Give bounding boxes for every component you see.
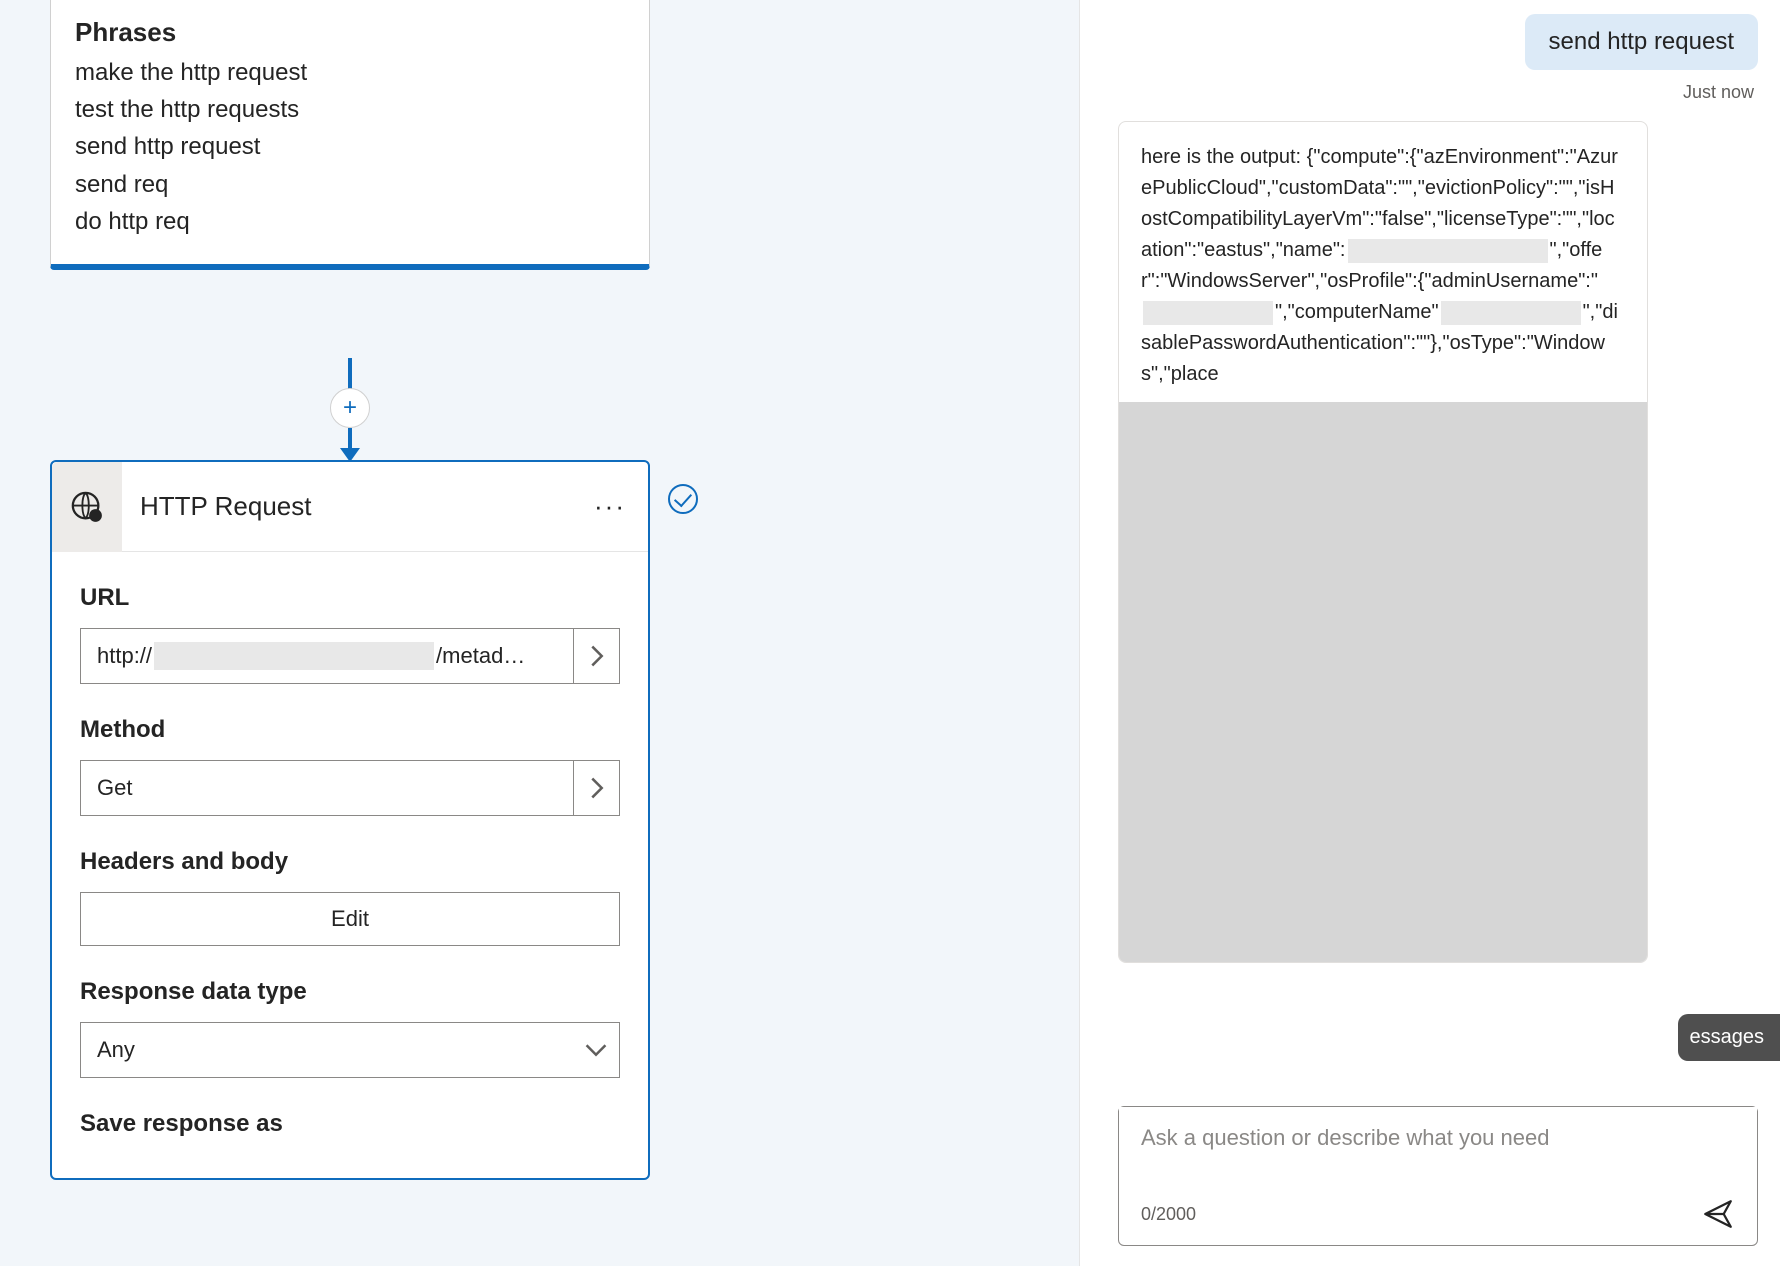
card-more-button[interactable]: ···	[572, 491, 648, 522]
trigger-phrase: do http req	[75, 203, 625, 240]
url-input[interactable]: http:// /metad…	[80, 628, 620, 684]
bot-message: here is the output: {"compute":{"azEnvir…	[1118, 121, 1648, 963]
message-timestamp: Just now	[1118, 82, 1754, 103]
method-expand-button[interactable]	[573, 761, 619, 815]
add-step-button[interactable]: +	[330, 388, 370, 428]
validation-check-icon	[668, 484, 698, 514]
chevron-down-icon	[573, 1023, 619, 1077]
save-response-label: Save response as	[80, 1110, 620, 1138]
response-type-select[interactable]: Any	[80, 1022, 620, 1078]
http-globe-icon	[52, 462, 122, 552]
connector-line	[348, 428, 352, 450]
trigger-phrase: send http request	[75, 128, 625, 165]
send-icon	[1701, 1197, 1735, 1231]
url-expand-button[interactable]	[573, 629, 619, 683]
bot-message-continued	[1119, 402, 1647, 962]
method-value: Get	[97, 775, 132, 801]
chat-pane: send http request Just now here is the o…	[1080, 0, 1780, 1266]
char-counter: 0/2000	[1141, 1204, 1701, 1225]
chat-composer[interactable]: 0/2000	[1118, 1106, 1758, 1246]
trigger-phrase: send req	[75, 166, 625, 203]
method-label: Method	[80, 716, 620, 744]
chat-input[interactable]	[1119, 1107, 1757, 1187]
http-request-card[interactable]: HTTP Request ··· URL http:// /metad…	[50, 460, 650, 1180]
response-type-value: Any	[97, 1037, 573, 1063]
bot-message-text: here is the output: {"compute":{"azEnvir…	[1119, 122, 1647, 402]
http-card-title: HTTP Request	[122, 491, 572, 522]
send-button[interactable]	[1701, 1197, 1735, 1231]
messages-side-tab[interactable]: essages	[1678, 1014, 1780, 1061]
trigger-card[interactable]: Edit Phrases make the http request test …	[50, 0, 650, 270]
connector-line	[348, 358, 352, 390]
headers-label: Headers and body	[80, 848, 620, 876]
user-message: send http request	[1525, 14, 1758, 70]
url-value: http:// /metad…	[81, 629, 573, 683]
flow-canvas[interactable]: Edit Phrases make the http request test …	[0, 0, 1080, 1266]
phrases-heading: Phrases	[75, 17, 625, 48]
method-select[interactable]: Get	[80, 760, 620, 816]
trigger-phrase: make the http request	[75, 54, 625, 91]
trigger-phrase: test the http requests	[75, 91, 625, 128]
url-label: URL	[80, 584, 620, 612]
headers-edit-button[interactable]: Edit	[80, 892, 620, 946]
response-type-label: Response data type	[80, 978, 620, 1006]
